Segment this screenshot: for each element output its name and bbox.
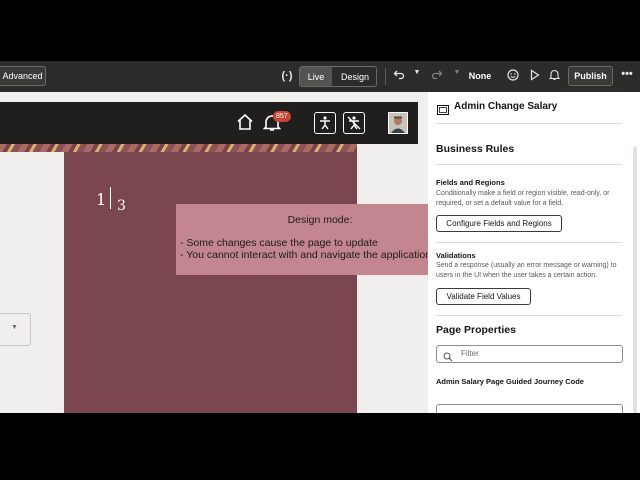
journey-code-label: Admin Salary Page Guided Journey Code bbox=[436, 377, 584, 386]
step-divider bbox=[110, 187, 111, 209]
tooltip-line-1: - Some changes cause the page to update bbox=[180, 237, 378, 249]
advanced-button[interactable]: Advanced bbox=[0, 66, 46, 86]
properties-panel: Admin Change Salary Business Rules Field… bbox=[428, 92, 640, 413]
journey-code-input[interactable] bbox=[436, 404, 623, 413]
redo-dropdown-chevron-icon[interactable]: ▼ bbox=[452, 69, 462, 76]
smiley-icon[interactable] bbox=[506, 69, 520, 84]
toolbar-divider bbox=[385, 68, 386, 85]
validations-title: Validations bbox=[436, 251, 476, 260]
title-divider bbox=[436, 123, 622, 124]
validations-description: Send a response (usually an error messag… bbox=[436, 262, 617, 279]
validate-field-values-button[interactable]: Validate Field Values bbox=[436, 288, 531, 305]
undo-icon[interactable] bbox=[392, 68, 406, 83]
business-rules-divider bbox=[436, 164, 622, 165]
live-mode-button[interactable]: Live bbox=[300, 67, 332, 86]
page-title: Admin Change Salary bbox=[454, 101, 558, 112]
filter-placeholder: Filter bbox=[461, 349, 479, 358]
business-rules-heading: Business Rules bbox=[436, 143, 515, 155]
page-canvas: 857 1 3 ▼ Design mode: - Some changes ca… bbox=[0, 92, 428, 413]
banner-pattern bbox=[0, 144, 357, 152]
publish-button[interactable]: Publish bbox=[568, 66, 613, 86]
filter-field[interactable]: Filter bbox=[436, 345, 623, 363]
home-icon[interactable] bbox=[236, 113, 254, 136]
play-icon[interactable] bbox=[529, 69, 541, 84]
design-mode-button[interactable]: Design bbox=[334, 67, 376, 86]
page-properties-heading: Page Properties bbox=[436, 324, 516, 336]
code-icon[interactable]: (·) bbox=[278, 70, 296, 82]
avatar[interactable] bbox=[388, 112, 408, 134]
app-header: 857 bbox=[0, 102, 418, 144]
select-dropdown[interactable]: ▼ bbox=[0, 313, 31, 346]
chevron-down-icon: ▼ bbox=[11, 324, 18, 331]
accessibility-icon[interactable] bbox=[314, 112, 336, 134]
fields-regions-title: Fields and Regions bbox=[436, 178, 505, 187]
step-total: 3 bbox=[117, 198, 126, 214]
panel-scrollbar[interactable] bbox=[633, 146, 637, 413]
redo-icon[interactable] bbox=[430, 68, 444, 83]
tooltip-title: Design mode: bbox=[287, 214, 353, 226]
step-current: 1 bbox=[96, 190, 107, 209]
fields-regions-description: Conditionally make a field or region vis… bbox=[436, 190, 610, 207]
accessibility-off-icon[interactable] bbox=[343, 112, 365, 134]
fields-regions-divider bbox=[436, 242, 622, 243]
notification-count-badge: 857 bbox=[273, 111, 291, 122]
design-mode-tooltip: Design mode: - Some changes cause the pa… bbox=[176, 204, 428, 275]
configure-fields-regions-button[interactable]: Configure Fields and Regions bbox=[436, 215, 562, 232]
undo-dropdown-chevron-icon[interactable]: ▼ bbox=[412, 69, 422, 76]
more-icon[interactable]: ••• bbox=[619, 68, 635, 80]
bell-icon[interactable] bbox=[548, 69, 560, 84]
validations-divider bbox=[436, 315, 622, 316]
search-icon bbox=[443, 349, 453, 367]
top-toolbar: Advanced (·) Live Design ▼ ▼ None Publis… bbox=[0, 61, 640, 92]
content-card bbox=[64, 152, 357, 413]
sandbox-none-label[interactable]: None bbox=[466, 66, 494, 86]
tooltip-line-2: - You cannot interact with and navigate … bbox=[180, 249, 428, 261]
page-layout-icon bbox=[437, 102, 449, 120]
